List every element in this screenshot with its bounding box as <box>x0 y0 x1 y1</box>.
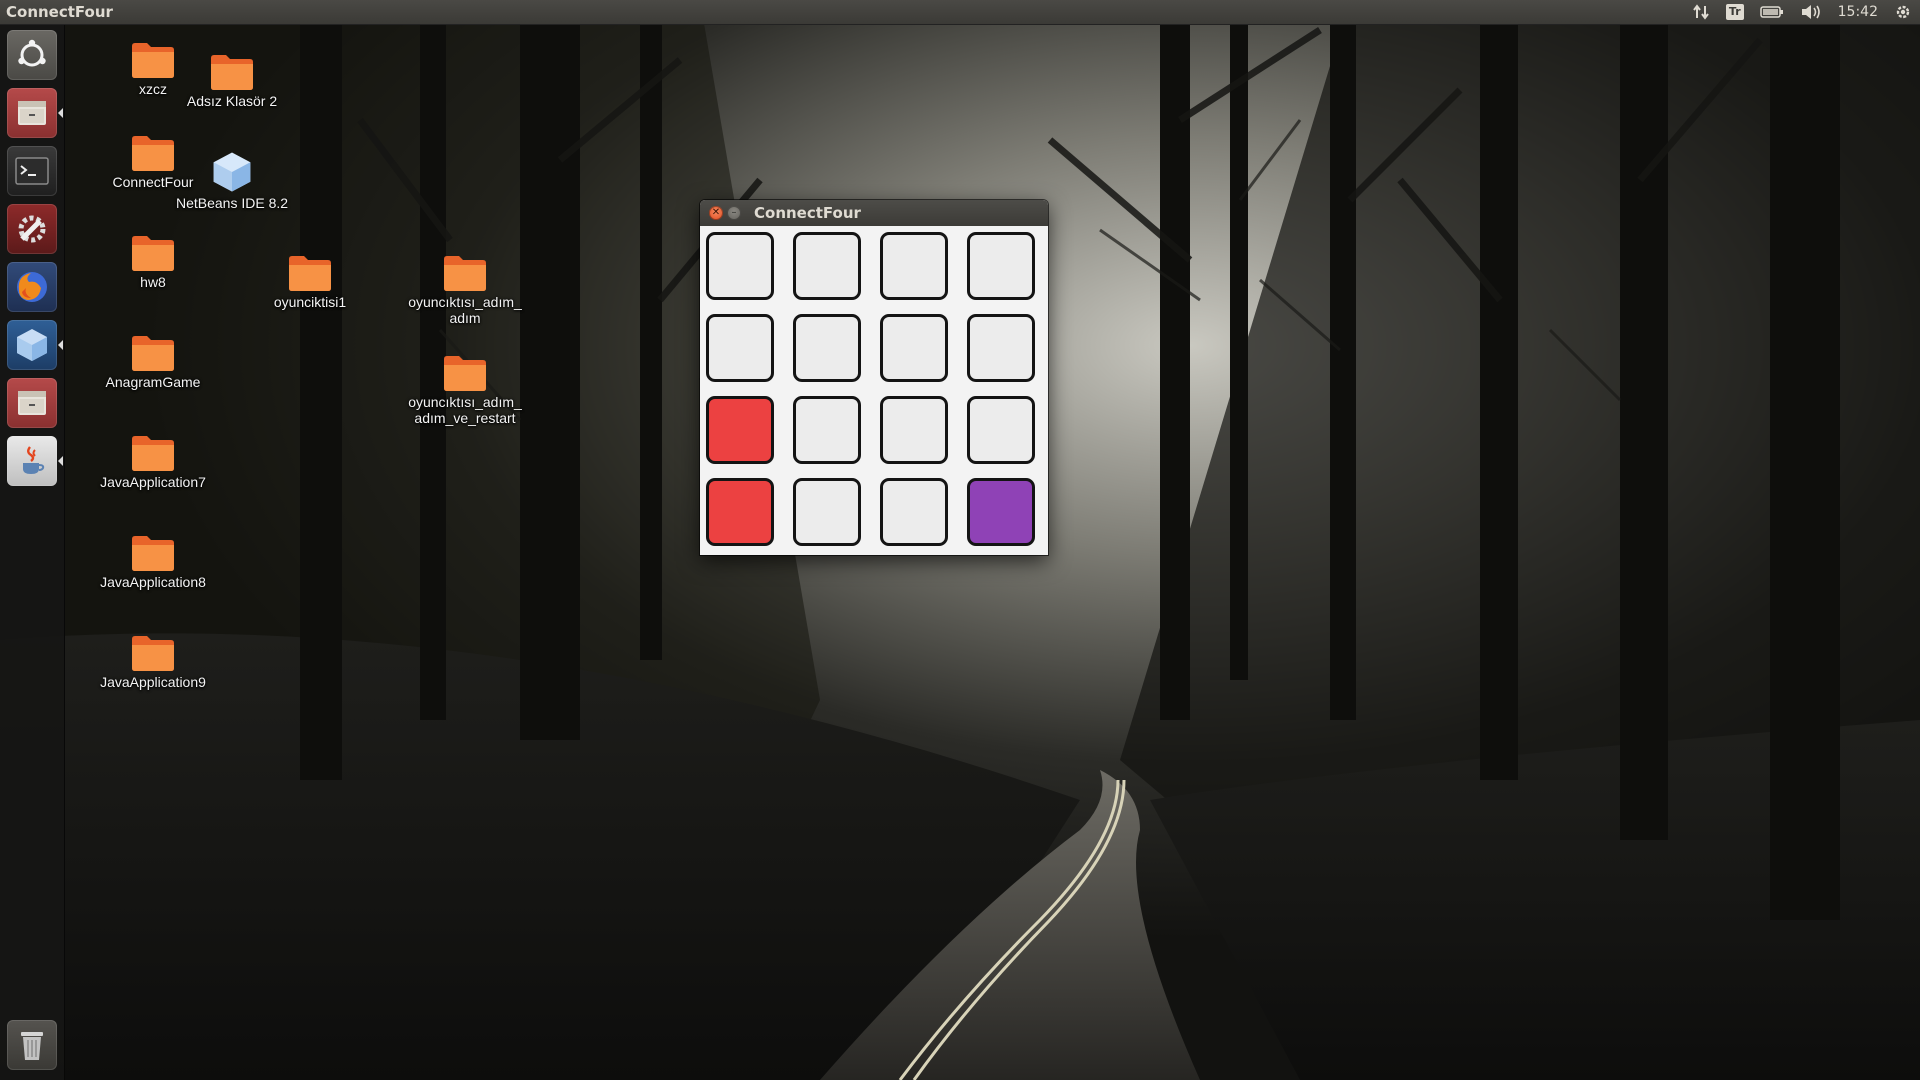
board-cell-r1-c1[interactable] <box>793 314 861 382</box>
top-panel: ConnectFour Tr 15:42 <box>0 0 1920 24</box>
board-cell-r0-c1[interactable] <box>793 232 861 300</box>
board-cell-r3-c2[interactable] <box>880 478 948 546</box>
folder-icon <box>132 236 174 271</box>
board-cell-r0-c3[interactable] <box>967 232 1035 300</box>
launcher-system-settings[interactable] <box>7 204 57 254</box>
minimize-button[interactable]: – <box>727 206 741 220</box>
clock-label: 15:42 <box>1837 4 1878 20</box>
board-cell-r2-c0-red-piece[interactable] <box>706 396 774 464</box>
java-cup-icon <box>23 446 45 474</box>
board-cell-r3-c0-red-piece[interactable] <box>706 478 774 546</box>
launcher-trash[interactable] <box>7 1020 57 1070</box>
folder-icon <box>444 356 486 391</box>
desktop-icon-label: Adsız Klasör 2 <box>186 93 278 109</box>
firefox-icon <box>17 272 47 302</box>
file-cabinet-icon <box>18 101 46 125</box>
terminal-icon <box>15 157 49 185</box>
launcher-netbeans[interactable] <box>7 320 63 370</box>
board-cell-r1-c2[interactable] <box>880 314 948 382</box>
folder-icon <box>211 55 253 90</box>
board-cell-r0-c2[interactable] <box>880 232 948 300</box>
folder-icon <box>132 636 174 671</box>
file-cabinet-icon <box>18 391 46 415</box>
desktop-icon-label: AnagramGame <box>105 374 201 390</box>
board-cell-r2-c3[interactable] <box>967 396 1035 464</box>
ubuntu-logo-icon <box>18 39 46 67</box>
desktop-icon-label: JavaApplication9 <box>100 674 206 690</box>
launcher-terminal[interactable] <box>7 146 57 196</box>
folder-icon <box>132 136 174 171</box>
desktop-launcher-netbeans[interactable]: NetBeans IDE 8.2 <box>172 150 292 211</box>
keyboard-layout-label: Tr <box>1725 4 1744 20</box>
keyboard-layout-icon[interactable]: Tr <box>1718 0 1752 24</box>
launcher-files-2[interactable] <box>7 378 57 428</box>
close-button[interactable]: ✕ <box>709 206 723 220</box>
board-cell-r0-c0[interactable] <box>706 232 774 300</box>
desktop-folder-oyunciktisi1[interactable]: oyunciktisi1 <box>250 253 370 310</box>
trash-icon <box>21 1032 43 1060</box>
desktop-folder-anagramgame[interactable]: AnagramGame <box>93 333 213 390</box>
desktop-folder-javaapplication8[interactable]: JavaApplication8 <box>93 533 213 590</box>
settings-gear-icon[interactable] <box>1886 0 1920 24</box>
window-titlebar[interactable]: ✕ – ConnectFour <box>700 200 1048 226</box>
close-icon: ✕ <box>711 207 721 218</box>
indicator-area: Tr 15:42 <box>1684 0 1920 24</box>
folder-icon <box>132 336 174 371</box>
network-arrows-icon[interactable] <box>1684 0 1718 24</box>
desktop-icon-label: JavaApplication8 <box>100 574 206 590</box>
desktop-folder-adsiz-klasor-2[interactable]: Adsız Klasör 2 <box>172 52 292 109</box>
desktop-icon-label: oyuncıktısı_adım_ adım <box>408 294 522 326</box>
board-cell-r3-c3-purple-piece[interactable] <box>967 478 1035 546</box>
desktop-folder-oyunciktisi-adim-adim-ve-restart[interactable]: oyuncıktısı_adım_ adım_ve_restart <box>405 353 525 426</box>
desktop-folder-oyunciktisi-adim-adim[interactable]: oyuncıktısı_adım_ adım <box>405 253 525 326</box>
desktop-icon-label: oyuncıktısı_adım_ adım_ve_restart <box>408 394 522 426</box>
board-cell-r1-c3[interactable] <box>967 314 1035 382</box>
folder-icon <box>289 256 331 291</box>
board-cell-r2-c1[interactable] <box>793 396 861 464</box>
desktop-folder-javaapplication7[interactable]: JavaApplication7 <box>93 433 213 490</box>
board-cell-r3-c1[interactable] <box>793 478 861 546</box>
volume-icon[interactable] <box>1792 0 1830 24</box>
launcher-java[interactable] <box>7 436 63 486</box>
folder-icon <box>132 43 174 78</box>
active-app-title: ConnectFour <box>6 3 113 21</box>
connectfour-window: ✕ – ConnectFour <box>700 200 1048 555</box>
desktop-folder-hw8[interactable]: hw8 <box>93 233 213 290</box>
launcher <box>0 24 65 1080</box>
desktop-icon-label: JavaApplication7 <box>100 474 206 490</box>
netbeans-cube-icon <box>213 152 251 192</box>
launcher-files[interactable] <box>7 88 63 138</box>
desktop-icon-label: oyunciktisi1 <box>273 294 347 310</box>
clock[interactable]: 15:42 <box>1830 0 1886 24</box>
desktop-icon-label: hw8 <box>140 274 166 290</box>
folder-icon <box>132 436 174 471</box>
launcher-firefox[interactable] <box>7 262 57 312</box>
window-title: ConnectFour <box>754 204 861 222</box>
board-cell-r2-c2[interactable] <box>880 396 948 464</box>
battery-icon[interactable] <box>1752 0 1792 24</box>
minimize-icon: – <box>731 207 737 218</box>
netbeans-cube-icon <box>17 329 47 361</box>
desktop-icon-label: NetBeans IDE 8.2 <box>175 195 289 211</box>
folder-icon <box>444 256 486 291</box>
board-cell-r1-c0[interactable] <box>706 314 774 382</box>
settings-wrench-icon <box>18 215 46 243</box>
launcher-dash-home[interactable] <box>7 30 57 80</box>
desktop-folder-javaapplication9[interactable]: JavaApplication9 <box>93 633 213 690</box>
folder-icon <box>132 536 174 571</box>
